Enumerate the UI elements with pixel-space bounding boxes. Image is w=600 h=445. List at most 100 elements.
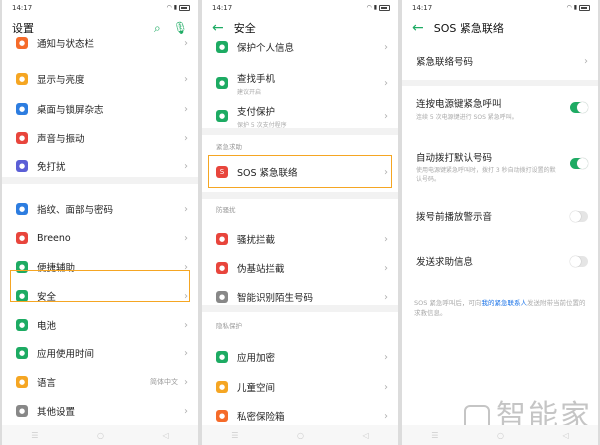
harass-item[interactable]: ● 骚扰拦截 › — [202, 228, 398, 250]
security-item-icon: ● — [216, 41, 228, 53]
highlight-sos — [208, 155, 392, 188]
auto-dial-label: 自动拨打默认号码 — [416, 153, 493, 164]
fingerprint-icon: ● — [16, 203, 28, 215]
power-button-sos-toggle[interactable] — [570, 102, 588, 113]
battery-status-icon — [579, 4, 590, 11]
chevron-right-icon: › — [184, 376, 188, 388]
settings-screen: 14:17 ◠ ▮ 设置 ⌕ 🎙 ● 通知与状态栏 › ● 显示与亮度 › ● 桌面与锁屏杂志 ›… — [2, 0, 198, 445]
signal-icon: ▮ — [373, 4, 377, 11]
status-time: 14:17 — [12, 3, 33, 12]
beep-toggle[interactable] — [570, 210, 588, 222]
more-icon: ● — [16, 405, 28, 417]
battery-icon: ● — [16, 319, 28, 331]
status-bar: 14:17 ◠ ▮ — [402, 0, 598, 13]
hourglass-icon: ● — [16, 347, 28, 359]
back-arrow-icon[interactable]: ← — [412, 21, 424, 35]
settings-item[interactable]: ● 桌面与锁屏杂志 › — [2, 98, 198, 120]
harass-item-label: 伪基站拦截 — [237, 264, 285, 275]
settings-item-label: 桌面与锁屏杂志 — [37, 105, 104, 116]
settings-item-value: 简体中文 — [150, 378, 178, 386]
back-icon[interactable]: ◁ — [163, 431, 169, 440]
bell-icon: ● — [16, 37, 28, 49]
settings-item[interactable]: ● Breeno › — [2, 227, 198, 249]
wifi-icon: ◠ — [166, 4, 172, 11]
menu-icon[interactable]: ☰ — [231, 431, 238, 440]
signal-icon: ▮ — [573, 4, 577, 11]
chevron-right-icon: › — [384, 381, 388, 393]
chevron-right-icon: › — [184, 405, 188, 417]
status-time: 14:17 — [212, 3, 233, 12]
my-emergency-contacts-link[interactable]: 我的紧急联系人 — [481, 299, 527, 307]
send-help-label: 发送求助信息 — [416, 257, 474, 268]
settings-item[interactable]: ● 指纹、面部与密码 › — [2, 198, 198, 220]
beep-item: 拨号前播放警示音 — [402, 205, 598, 227]
security-item-icon: ● — [216, 77, 228, 89]
settings-item[interactable]: ● 语言 简体中文 › — [2, 371, 198, 393]
settings-item[interactable]: ● 其他设置 › — [2, 400, 198, 422]
status-bar: 14:17 ◠ ▮ — [202, 0, 398, 13]
harass-item-label: 智能识别陌生号码 — [237, 293, 314, 304]
sos-note-pre: SOS 紧急呼叫后，可向 — [414, 299, 482, 307]
home-icon[interactable]: ○ — [97, 431, 104, 440]
privacy-item[interactable]: ● 儿童空间 › — [202, 376, 398, 398]
chevron-right-icon: › — [184, 132, 188, 144]
chevron-right-icon: › — [184, 73, 188, 85]
security-item[interactable]: ● 支付保护 保护 5 次支付程序 › — [202, 103, 398, 129]
power-button-sos-label: 连按电源键紧急呼叫 — [416, 99, 502, 110]
security-item-subtitle: 建议开启 — [237, 88, 262, 96]
chevron-right-icon: › — [584, 55, 588, 67]
chevron-right-icon: › — [384, 77, 388, 89]
privacy-item[interactable]: ● 私密保险箱 › — [202, 405, 398, 427]
status-bar: 14:17 ◠ ▮ — [2, 0, 198, 13]
harass-item-icon: ● — [216, 262, 228, 274]
security-item-label: 查找手机 — [237, 73, 276, 85]
chevron-right-icon: › — [384, 41, 388, 53]
security-item[interactable]: ● 保护个人信息 › — [202, 36, 398, 58]
settings-item[interactable]: ● 通知与状态栏 › — [2, 32, 198, 54]
settings-item[interactable]: ● 显示与亮度 › — [2, 68, 198, 90]
back-arrow-icon[interactable]: ← — [212, 21, 224, 35]
sos-screen: 14:17 ◠ ▮ ← SOS 紧急联络 紧急联络号码 › 连按电源键紧急呼叫 连… — [402, 0, 598, 445]
moon-icon: ● — [16, 160, 28, 172]
emergency-contacts-label: 紧急联络号码 — [416, 57, 474, 68]
settings-item[interactable]: ● 电池 › — [2, 314, 198, 336]
menu-icon[interactable]: ☰ — [431, 431, 438, 440]
auto-dial-toggle[interactable] — [570, 158, 588, 169]
power-button-sos-desc: 连续 5 次电源键进行 SOS 紧急呼叫。 — [416, 114, 518, 121]
back-icon[interactable]: ◁ — [563, 431, 569, 440]
chevron-right-icon: › — [184, 319, 188, 331]
home-icon[interactable]: ○ — [297, 431, 304, 440]
speaker-icon: ● — [16, 132, 28, 144]
chevron-right-icon: › — [184, 232, 188, 244]
privacy-item[interactable]: ● 应用加密 › — [202, 346, 398, 368]
privacy-item-icon: ● — [216, 410, 228, 422]
battery-status-icon — [379, 4, 390, 11]
send-help-toggle[interactable] — [570, 255, 588, 267]
harass-item-icon: ● — [216, 291, 228, 303]
chevron-right-icon: › — [384, 233, 388, 245]
chevron-right-icon: › — [384, 262, 388, 274]
settings-item[interactable]: ● 声音与振动 › — [2, 127, 198, 149]
nav-bar: ☰ ○ ◁ — [2, 425, 198, 445]
battery-status-icon — [179, 4, 190, 11]
home-icon[interactable]: ○ — [497, 431, 504, 440]
back-icon[interactable]: ◁ — [363, 431, 369, 440]
security-item[interactable]: ● 查找手机建议开启 › — [202, 70, 398, 96]
auto-dial-item: 自动拨打默认号码 使用电源键紧急呼叫时，拨打 3 秒自动拨打设置的默认号码。 — [402, 146, 598, 186]
settings-item-label: 其他设置 — [37, 407, 76, 418]
beep-label: 拨号前播放警示音 — [416, 212, 493, 223]
settings-item[interactable]: ● 应用使用时间 › — [2, 342, 198, 364]
section-header-harass: 防骚扰 — [216, 206, 236, 214]
security-screen: 14:17 ◠ ▮ ← 安全 ● 保护个人信息 › ● 查找手机 建议开启 › ● 支付保护 保护 … — [202, 0, 398, 445]
settings-item[interactable]: ● 免打扰 › — [2, 155, 198, 177]
emergency-contacts-item[interactable]: 紧急联络号码 › — [402, 50, 598, 72]
status-time: 14:17 — [412, 3, 433, 12]
menu-icon[interactable]: ☰ — [31, 431, 38, 440]
settings-item-label: 声音与振动 — [37, 134, 85, 145]
chevron-right-icon: › — [184, 103, 188, 115]
nav-bar: ☰ ○ ◁ — [202, 425, 398, 445]
language-icon: ● — [16, 376, 28, 388]
settings-item-label: 语言 — [37, 378, 57, 389]
harass-item[interactable]: ● 伪基站拦截 › — [202, 257, 398, 279]
settings-item-label: 电池 — [37, 321, 57, 332]
